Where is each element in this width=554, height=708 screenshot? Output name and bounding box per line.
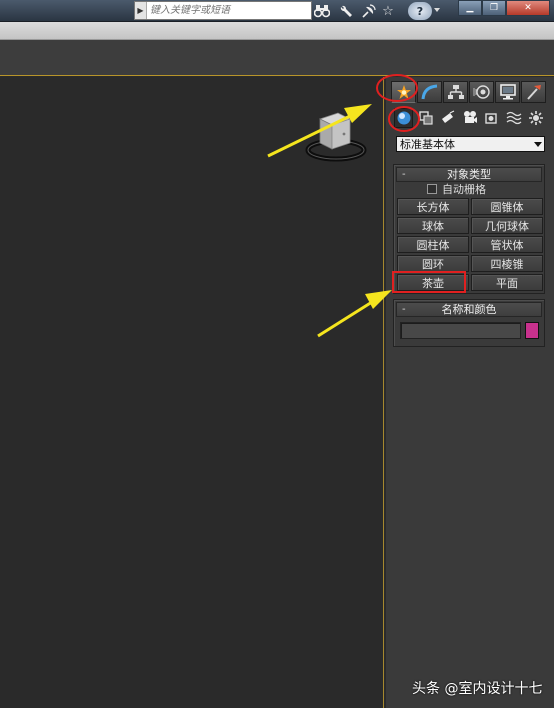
close-button[interactable]: ✕	[506, 0, 550, 16]
object-color-swatch[interactable]	[525, 322, 539, 339]
cameras-icon	[464, 111, 478, 123]
primitive-type-select[interactable]: 标准基本体	[396, 136, 545, 152]
geometry-category[interactable]	[394, 108, 414, 128]
primitive-type-value: 标准基本体	[400, 138, 455, 151]
star-icon[interactable]: ☆	[378, 2, 398, 20]
name-color-rollout: - 名称和颜色	[393, 299, 545, 347]
wrench-icon[interactable]	[336, 2, 356, 20]
title-bar: ▶ ☆ ? ▁ ❐ ✕	[0, 0, 554, 22]
shapes-icon	[419, 111, 433, 125]
spacewarps-category[interactable]	[505, 108, 524, 128]
name-color-title: 名称和颜色	[441, 303, 497, 316]
motion-icon	[473, 85, 490, 99]
helpers-category[interactable]	[483, 108, 502, 128]
autogrid-checkbox[interactable]	[427, 184, 437, 194]
binoculars-icon[interactable]	[312, 2, 332, 20]
object-type-buttons: 长方体 圆锥体 球体 几何球体 圆柱体 管状体 圆环 四棱锥 茶壶 平面	[397, 198, 543, 293]
search-expand-icon[interactable]: ▶	[135, 2, 147, 19]
search-input[interactable]	[147, 2, 311, 19]
helpers-icon	[485, 113, 497, 124]
modify-icon	[421, 84, 437, 100]
restore-button[interactable]: ❐	[482, 0, 506, 16]
collapse-icon[interactable]: -	[402, 303, 406, 316]
watermark: 头条 @室内设计十七	[412, 681, 543, 697]
viewport[interactable]	[0, 77, 384, 708]
shapes-category[interactable]	[416, 108, 435, 128]
hierarchy-icon	[447, 85, 464, 99]
tube-button[interactable]: 管状体	[471, 236, 543, 253]
create-icon	[396, 85, 411, 99]
teapot-button[interactable]: 茶壶	[397, 274, 469, 291]
utilities-tab[interactable]	[521, 81, 546, 103]
sphere-button[interactable]: 球体	[397, 217, 469, 234]
display-icon	[499, 84, 516, 100]
torus-button[interactable]: 圆环	[397, 255, 469, 272]
geometry-icon	[397, 111, 411, 125]
category-row	[394, 107, 546, 129]
pyramid-button[interactable]: 四棱锥	[471, 255, 543, 272]
command-panel-tabs	[391, 81, 549, 103]
object-name-field[interactable]	[400, 322, 521, 339]
object-type-title: 对象类型	[447, 168, 491, 181]
name-color-header[interactable]: - 名称和颜色	[396, 302, 542, 317]
cylinder-button[interactable]: 圆柱体	[397, 236, 469, 253]
satellite-icon[interactable]	[358, 2, 378, 20]
autogrid-label: 自动栅格	[442, 183, 486, 196]
create-tab[interactable]	[391, 81, 416, 103]
systems-icon	[529, 111, 544, 125]
chevron-down-icon	[534, 142, 542, 147]
collapse-icon[interactable]: -	[402, 168, 406, 181]
cameras-category[interactable]	[461, 108, 480, 128]
lights-icon	[441, 110, 455, 123]
plane-button[interactable]: 平面	[471, 274, 543, 291]
minimize-button[interactable]: ▁	[458, 0, 482, 16]
hierarchy-tab[interactable]	[443, 81, 468, 103]
geosphere-button[interactable]: 几何球体	[471, 217, 543, 234]
search-box[interactable]: ▶	[134, 1, 312, 20]
systems-category[interactable]	[527, 108, 546, 128]
object-type-rollout: - 对象类型 自动栅格 长方体 圆锥体 球体 几何球体 圆柱体 管状体 圆环 四…	[393, 164, 545, 294]
viewcube-icon[interactable]	[298, 107, 368, 162]
box-button[interactable]: 长方体	[397, 198, 469, 215]
cone-button[interactable]: 圆锥体	[471, 198, 543, 215]
motion-tab[interactable]	[469, 81, 494, 103]
help-dropdown-icon[interactable]	[434, 8, 440, 12]
spacewarps-icon	[506, 111, 522, 125]
menu-bar	[0, 22, 554, 40]
main-toolbar	[0, 40, 554, 76]
utilities-icon	[526, 85, 541, 100]
command-panel: 标准基本体 - 对象类型 自动栅格 长方体 圆锥体 球体 几何球体 圆柱体 管状…	[386, 77, 554, 708]
modify-tab[interactable]	[417, 81, 442, 103]
help-button[interactable]: ?	[408, 2, 432, 20]
lights-category[interactable]	[438, 108, 457, 128]
autogrid-toggle[interactable]: 自动栅格	[427, 182, 486, 196]
object-type-header[interactable]: - 对象类型	[396, 167, 542, 182]
display-tab[interactable]	[495, 81, 520, 103]
